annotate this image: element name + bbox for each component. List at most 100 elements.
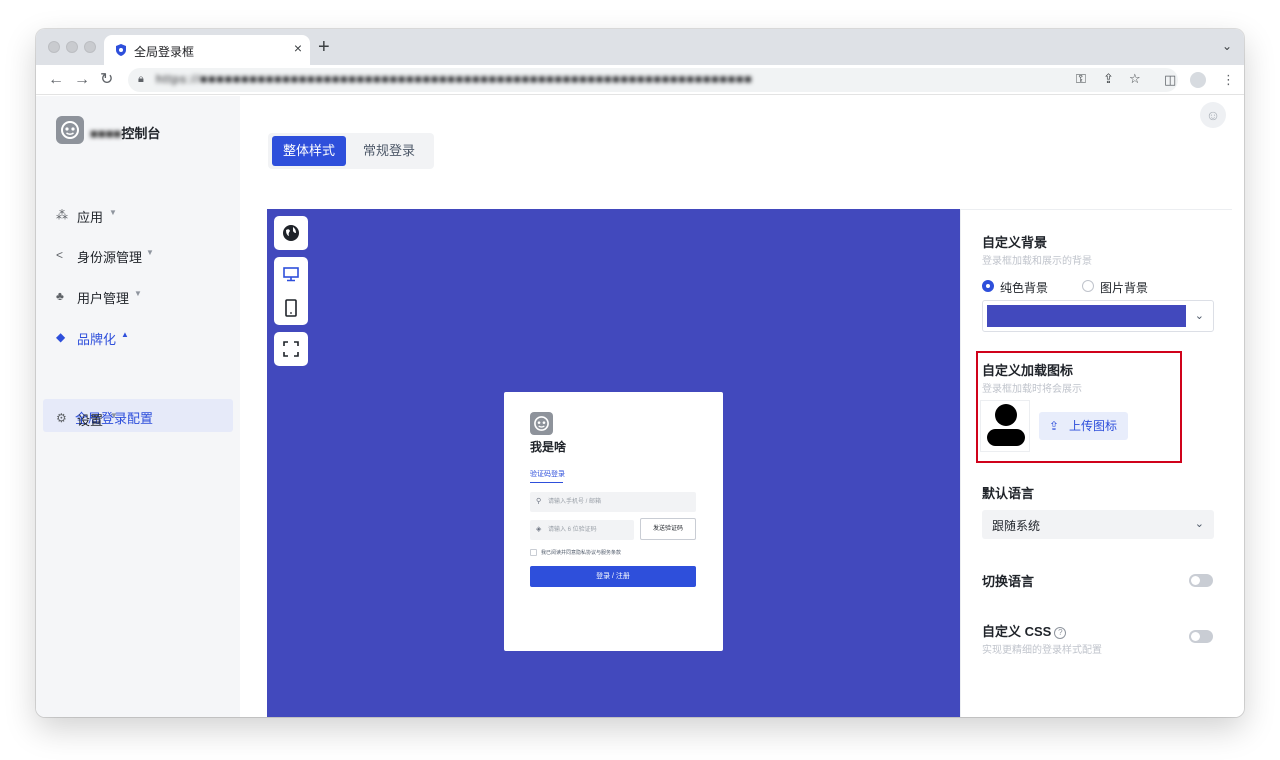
brand-name: ■■■■控制台 [90, 123, 160, 142]
desktop-icon[interactable] [282, 265, 300, 283]
browser-tab[interactable]: 全局登录框 × [104, 35, 310, 65]
mobile-icon[interactable] [282, 299, 300, 317]
address-bar[interactable]: 🔒︎ https://■■■■■■■■■■■■■■■■■■■■■■■■■■■■■… [128, 68, 1178, 92]
globe-icon [283, 225, 299, 241]
browser-toolbar: ← → ↻ 🔒︎ https://■■■■■■■■■■■■■■■■■■■■■■■… [36, 65, 1244, 95]
forward-icon[interactable]: → [74, 70, 90, 90]
app-logo-icon [530, 412, 553, 435]
star-icon[interactable]: ☆ [1129, 71, 1141, 87]
shield-check-icon: ◈ [536, 526, 542, 533]
radio-label: 图片背景 [1100, 281, 1149, 295]
language-button[interactable] [274, 216, 308, 250]
sidebar-item-label: 设置 [77, 413, 104, 428]
send-code-button[interactable]: 发送验证码 [640, 518, 696, 540]
browser-window: 全局登录框 × + ⌄ ← → ↻ 🔒︎ https://■■■■■■■■■■■… [36, 29, 1244, 717]
sidebar-item-identity[interactable]: < 身份源管理 ▼ [56, 240, 226, 270]
chevron-down-icon: ▼ [134, 289, 142, 298]
tab-title: 全局登录框 [134, 45, 195, 59]
background-desc: 登录框加载和展示的背景 [982, 256, 1092, 267]
fullscreen-button[interactable] [274, 332, 308, 366]
share-icon[interactable]: ⇪ [1103, 71, 1114, 87]
login-register-button[interactable]: 登录 / 注册 [530, 566, 696, 587]
shield-icon [116, 44, 126, 56]
background-title: 自定义背景 [982, 235, 1048, 250]
minimize-window-button[interactable] [66, 41, 78, 53]
back-icon[interactable]: ← [48, 70, 64, 90]
sidebar-item-settings[interactable]: ⚙ 设置 ▼ [56, 403, 226, 433]
brand-name-blurred: ■■■■ [90, 126, 122, 141]
style-tabs: 整体样式 常规登录 [268, 133, 434, 169]
app-name: 我是啥 [530, 440, 567, 454]
gear-icon: ⚙ [56, 411, 67, 425]
main-content: ☺ 整体样式 常规登录 我是啥 验证码登录 ⚲ 请输入手机号 / 邮箱 ◈ 请输… [240, 96, 1244, 717]
chevron-down-icon: ▼ [110, 411, 118, 420]
person-icon [987, 404, 1025, 446]
assistant-robot-icon[interactable]: ☺ [1200, 102, 1226, 128]
phone-email-input[interactable]: ⚲ 请输入手机号 / 邮箱 [530, 492, 696, 512]
org-icon: ♣ [56, 289, 64, 303]
reload-icon[interactable]: ↻ [100, 70, 113, 90]
help-icon[interactable]: ? [1054, 627, 1067, 639]
radio-checked-icon [982, 280, 994, 292]
apps-icon: ⁂ [56, 208, 68, 222]
sidebar-item-label: 身份源管理 [77, 250, 143, 265]
new-tab-button[interactable]: + [318, 37, 330, 57]
switch-language-toggle[interactable] [1189, 574, 1213, 587]
radio-label: 纯色背景 [1000, 281, 1049, 295]
radio-unchecked-icon [1082, 280, 1094, 292]
tab-search-icon[interactable]: ⌄ [1222, 39, 1232, 53]
chevron-down-icon: ▼ [109, 208, 117, 217]
chevron-up-icon: ▲ [121, 330, 129, 339]
logo-icon [56, 116, 84, 144]
close-window-button[interactable] [48, 41, 60, 53]
color-swatch [987, 305, 1186, 327]
tab-close-icon[interactable]: × [294, 40, 302, 56]
language-title: 默认语言 [982, 486, 1035, 501]
loading-icon-title: 自定义加载图标 [982, 363, 1074, 378]
background-color-select[interactable]: ⌄ [982, 300, 1214, 332]
user-icon: ⚲ [536, 498, 542, 505]
toggle-knob [1191, 632, 1200, 641]
code-placeholder: 请输入 6 位验证码 [548, 527, 597, 533]
sidebar-item-branding[interactable]: ◆ 品牌化 ▲ [56, 322, 226, 352]
custom-css-toggle[interactable] [1189, 630, 1213, 643]
sidebar-item-apps[interactable]: ⁂ 应用 ▼ [56, 200, 226, 230]
agree-text: 我已阅读并同意隐私协议与服务条款 [541, 550, 622, 556]
tab-code-login[interactable]: 验证码登录 [530, 469, 565, 479]
code-input[interactable]: ◈ 请输入 6 位验证码 [530, 520, 634, 540]
phone-placeholder: 请输入手机号 / 邮箱 [548, 499, 602, 505]
upload-label: 上传图标 [1069, 419, 1118, 433]
brand-suffix: 控制台 [121, 126, 161, 141]
switch-language-title: 切换语言 [982, 574, 1035, 589]
chevron-down-icon: ⌄ [1194, 518, 1204, 530]
tab-overall-style[interactable]: 整体样式 [272, 136, 346, 166]
upload-icon: ⇪ [1049, 419, 1060, 433]
chevron-down-icon: ▼ [146, 248, 154, 257]
profile-avatar[interactable] [1190, 72, 1206, 88]
tab-strip: 全局登录框 × + ⌄ [36, 29, 1244, 65]
login-card: 我是啥 验证码登录 ⚲ 请输入手机号 / 邮箱 ◈ 请输入 6 位验证码 发送验… [504, 392, 723, 651]
sidebar-item-users[interactable]: ♣ 用户管理 ▼ [56, 281, 226, 311]
key-icon[interactable]: ⚿ [1076, 71, 1086, 87]
login-preview: 我是啥 验证码登录 ⚲ 请输入手机号 / 邮箱 ◈ 请输入 6 位验证码 发送验… [267, 209, 960, 717]
custom-css-desc: 实现更精细的登录样式配置 [982, 645, 1102, 656]
sidebar-item-label: 应用 [77, 210, 104, 225]
settings-panel: 自定义背景 登录框加载和展示的背景 纯色背景 图片背景 ⌄ 自定义加载图标 登录… [960, 209, 1232, 717]
share-icon: < [56, 248, 64, 262]
sidebar-item-label: 用户管理 [77, 291, 130, 306]
toggle-knob [1191, 576, 1200, 585]
upload-icon-button[interactable]: ⇪ 上传图标 [1039, 412, 1128, 440]
url-text: https://■■■■■■■■■■■■■■■■■■■■■■■■■■■■■■■■… [156, 72, 753, 86]
device-switch [274, 257, 308, 325]
chevron-down-icon: ⌄ [1194, 310, 1204, 322]
brand-icon: ◆ [56, 330, 66, 344]
agree-checkbox[interactable] [530, 549, 537, 556]
language-select[interactable]: 跟随系统 ⌄ [982, 510, 1214, 539]
fullscreen-icon [283, 341, 299, 357]
custom-css-title: 自定义 CSS? [982, 621, 1067, 640]
maximize-window-button[interactable] [84, 41, 96, 53]
menu-icon[interactable]: ⋮ [1222, 72, 1235, 88]
sidepanel-icon[interactable]: ◫ [1164, 72, 1176, 88]
language-value: 跟随系统 [992, 519, 1041, 533]
tab-regular-login[interactable]: 常规登录 [352, 136, 426, 166]
